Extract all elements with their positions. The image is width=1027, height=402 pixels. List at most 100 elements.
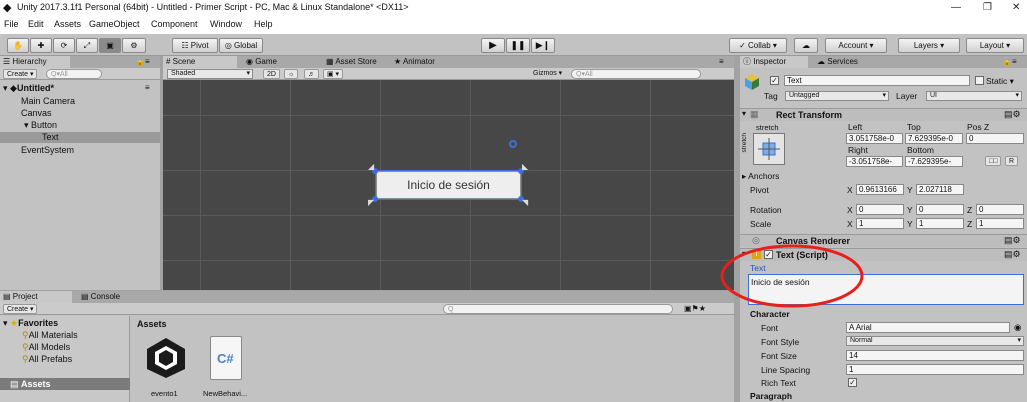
hierarchy-item-text[interactable]: Text (42, 132, 59, 142)
layer-dropdown[interactable]: UI (926, 91, 1022, 101)
filter-icons[interactable]: ▣⚑★ (684, 304, 706, 313)
menu-gameobject[interactable]: GameObject (89, 19, 140, 29)
hierarchy-item-eventsystem[interactable]: EventSystem (21, 145, 74, 155)
rotate-tool-button[interactable]: ⟳ (53, 38, 75, 53)
favorites-folder[interactable]: ▾ ★Favorites (3, 318, 58, 329)
tab-hierarchy[interactable]: ☰ Hierarchy (0, 56, 70, 68)
bottom-field[interactable]: -7.629395e- (905, 156, 963, 167)
move-tool-button[interactable]: ✚ (30, 38, 52, 53)
assets-folder[interactable]: ▤ Assets (0, 378, 130, 390)
component-settings-icon[interactable]: ▤⚙ (1004, 109, 1021, 120)
menu-file[interactable]: File (4, 19, 19, 29)
pivot-x-field[interactable]: 0.9613166 (856, 184, 904, 195)
menu-window[interactable]: Window (210, 19, 242, 29)
anchors-foldout[interactable]: ▸ Anchors (742, 171, 779, 182)
raw-edit-button[interactable]: R (1005, 156, 1019, 166)
rotation-y-field[interactable]: 0 (916, 204, 964, 215)
tab-inspector[interactable]: ⓘ Inspector (740, 56, 808, 68)
static-dropdown[interactable]: Static ▾ (986, 76, 1014, 87)
lock-icon[interactable]: 🔒≡ (1002, 57, 1017, 66)
font-style-dropdown[interactable]: Normal (846, 336, 1024, 346)
2d-toggle[interactable]: 2D (263, 69, 280, 79)
audio-toggle[interactable]: ♬ (304, 69, 319, 79)
menu-assets[interactable]: Assets (54, 19, 81, 29)
account-dropdown[interactable]: Account ▾ (825, 38, 887, 53)
tab-game[interactable]: ◉ Game (243, 56, 280, 68)
menu-component[interactable]: Component (151, 19, 198, 29)
fav-all-models[interactable]: ⚲All Models (22, 342, 70, 353)
anchor-tl-icon[interactable]: ◢ (368, 162, 374, 171)
object-name-field[interactable]: Text (784, 75, 970, 86)
hierarchy-item-button[interactable]: ▾ Button (24, 120, 57, 131)
scale-tool-button[interactable]: ⤢ (76, 38, 98, 53)
tag-dropdown[interactable]: Untagged (785, 91, 889, 101)
tab-console[interactable]: ▤ Console (78, 291, 123, 303)
posz-field[interactable]: 0 (966, 133, 1024, 144)
pivot-y-field[interactable]: 2.027118 (916, 184, 964, 195)
right-field[interactable]: -3.051758e- (846, 156, 903, 167)
font-field[interactable]: A Arial (846, 322, 1010, 333)
hierarchy-create-button[interactable]: Create ▾ (3, 69, 38, 79)
cloud-button[interactable]: ☁ (794, 38, 818, 53)
effects-dropdown[interactable]: ▣ ▾ (323, 69, 344, 79)
scale-y-field[interactable]: 1 (916, 218, 964, 229)
layers-dropdown[interactable]: Layers ▾ (898, 38, 960, 53)
scale-x-field[interactable]: 1 (856, 218, 904, 229)
scene-root[interactable]: ▾ ◆Untitled* (3, 83, 54, 94)
tab-animator[interactable]: ★ Animator (391, 56, 438, 68)
scale-z-field[interactable]: 1 (976, 218, 1024, 229)
left-field[interactable]: 3.051758e-0 (846, 133, 903, 144)
scene-menu-icon[interactable]: ≡ (719, 57, 724, 66)
rect-tool-button[interactable]: ▣ (99, 38, 121, 53)
tab-project[interactable]: ▤ Project (0, 291, 72, 303)
static-checkbox[interactable] (975, 76, 984, 85)
scene-search-input[interactable]: Q▾All (571, 69, 701, 79)
lock-icon[interactable]: 🔒≡ (135, 57, 150, 66)
fav-all-materials[interactable]: ⚲All Materials (22, 330, 78, 341)
rotation-z-field[interactable]: 0 (976, 204, 1024, 215)
font-picker-icon[interactable]: ◉ (1014, 322, 1021, 333)
tab-services[interactable]: ☁ Services (814, 56, 861, 68)
anchor-presets-button[interactable] (753, 133, 785, 165)
rich-text-checkbox[interactable]: ✓ (848, 378, 857, 387)
line-spacing-field[interactable]: 1 (846, 364, 1024, 375)
anchor-tr-icon[interactable]: ◣ (522, 162, 528, 171)
play-button[interactable]: ▶ (481, 38, 505, 53)
tab-scene[interactable]: # Scene (163, 56, 237, 68)
anchor-br-icon[interactable]: ◥ (522, 198, 528, 207)
shading-mode-dropdown[interactable]: Shaded (167, 69, 253, 79)
pivot-handle[interactable] (509, 140, 517, 148)
font-size-field[interactable]: 14 (846, 350, 1024, 361)
scene-menu-icon[interactable]: ≡ (145, 83, 150, 92)
collab-button[interactable]: ✓ Collab ▾ (729, 38, 787, 53)
project-create-button[interactable]: Create ▾ (3, 304, 38, 314)
fav-all-prefabs[interactable]: ⚲All Prefabs (22, 354, 72, 365)
gizmos-dropdown[interactable]: Gizmos ▾ (533, 69, 562, 79)
active-checkbox[interactable]: ✓ (770, 76, 779, 85)
close-button[interactable]: ✕ (1012, 2, 1020, 13)
pivot-toggle[interactable]: ☷ Pivot (172, 38, 218, 53)
step-button[interactable]: ▶❙ (531, 38, 555, 53)
project-search-input[interactable]: Q (443, 304, 673, 314)
rotation-x-field[interactable]: 0 (856, 204, 904, 215)
scene-viewport[interactable]: Inicio de sesión ◢ ◣ ◤ ◥ (163, 80, 734, 290)
blueprint-mode-button[interactable]: □□ (985, 156, 1002, 166)
menu-help[interactable]: Help (254, 19, 273, 29)
layout-dropdown[interactable]: Layout ▾ (966, 38, 1024, 53)
maximize-button[interactable]: ❐ (983, 2, 992, 13)
hierarchy-item-canvas[interactable]: Canvas (21, 108, 52, 118)
minimize-button[interactable]: — (951, 2, 961, 13)
component-settings-icon[interactable]: ▤⚙ (1004, 249, 1021, 260)
lighting-toggle[interactable]: ☼ (284, 69, 299, 79)
tab-asset-store[interactable]: ▦ Asset Store (323, 56, 380, 68)
hand-tool-button[interactable]: ✋ (7, 38, 29, 53)
menu-edit[interactable]: Edit (28, 19, 44, 29)
top-field[interactable]: 7.629395e-0 (905, 133, 963, 144)
component-settings-icon[interactable]: ▤⚙ (1004, 235, 1021, 246)
csharp-script-icon[interactable]: C# (210, 336, 242, 380)
rect-transform-header[interactable]: ▾ ▦ Rect Transform ▤⚙ (740, 108, 1027, 121)
scene-button-preview[interactable]: Inicio de sesión (376, 171, 521, 199)
anchor-bl-icon[interactable]: ◤ (368, 198, 374, 207)
hierarchy-search-input[interactable]: Q▾All (46, 69, 102, 79)
hierarchy-item-main-camera[interactable]: Main Camera (21, 96, 75, 106)
